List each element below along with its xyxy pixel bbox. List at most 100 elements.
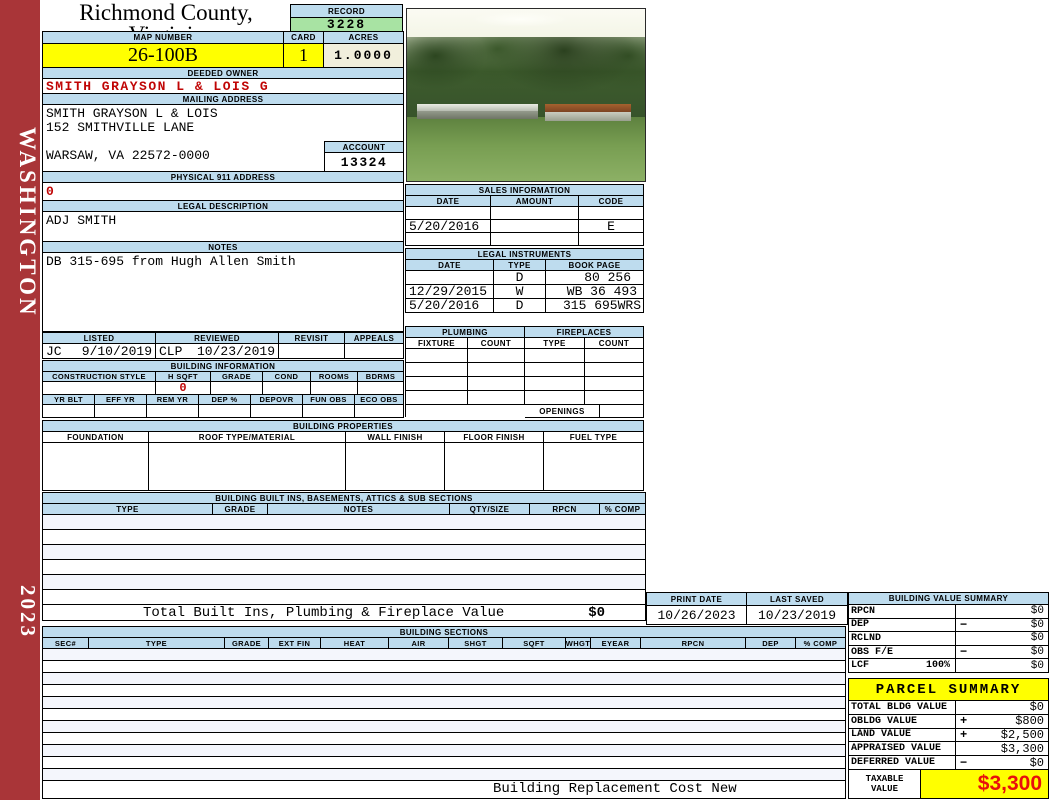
column-header: SEC# — [43, 638, 89, 649]
column-header: FUN OBS — [303, 395, 355, 405]
column-header: BOOK PAGE — [546, 260, 644, 271]
ecoobs-value — [355, 405, 404, 418]
dep-value — [199, 405, 251, 418]
parcel-op: + — [960, 728, 968, 742]
empty-row — [406, 391, 644, 405]
appeals-value — [345, 344, 404, 359]
last-saved-label: LAST SAVED — [747, 593, 848, 606]
built-ins-title: BUILDING BUILT INS, BASEMENTS, ATTICS & … — [43, 493, 646, 504]
mailing-line: SMITH GRAYSON L & LOIS — [46, 106, 218, 121]
listed-label: LISTED — [43, 333, 156, 344]
mailing-address-section: MAILING ADDRESS SMITH GRAYSON L & LOIS 1… — [42, 93, 404, 172]
legal-instrument-row: 5/20/2016 D 315 695WRS — [406, 299, 644, 313]
parcel-label: OBLDG VALUE — [851, 715, 918, 727]
funobs-value — [303, 405, 355, 418]
notes-section: NOTES DB 315-695 from Hugh Allen Smith — [42, 241, 404, 332]
listed-value: JC 9/10/2019 — [43, 344, 156, 359]
column-header: GRADE — [211, 372, 263, 382]
legal-description-section: LEGAL DESCRIPTION ADJ SMITH — [42, 200, 404, 242]
column-header: EFF YR — [95, 395, 147, 405]
sales-row — [406, 207, 644, 220]
column-header: EXT FIN — [269, 638, 321, 649]
parcel-value: $0 — [1029, 756, 1044, 770]
column-header: FOUNDATION — [43, 432, 149, 443]
photo-sun-haze — [454, 9, 586, 113]
column-header: COUNT — [468, 338, 525, 349]
record-label: RECORD — [291, 5, 403, 18]
deeded-owner-label: DEEDED OWNER — [43, 68, 404, 79]
hsqft-value: 0 — [156, 382, 211, 395]
building-sections-title: BUILDING SECTIONS — [43, 627, 846, 638]
parcel-label: LAND VALUE — [851, 729, 912, 741]
column-header: AMOUNT — [491, 196, 579, 207]
empty-row — [43, 697, 846, 709]
account-label: ACCOUNT — [325, 142, 403, 153]
empty-row — [43, 443, 644, 491]
legal-instrument-row: D 80 256 — [406, 271, 644, 285]
empty-row — [43, 661, 846, 673]
parcel-row: APPRAISED VALUE $3,300 — [849, 742, 1049, 757]
acres-value: 1.0000 — [324, 44, 404, 68]
grade-value — [211, 382, 263, 395]
mailing-address-label: MAILING ADDRESS — [43, 94, 404, 105]
empty-row — [43, 685, 846, 697]
building-sections-table: BUILDING SECTIONS SEC# TYPE GRADE EXT FI… — [42, 626, 846, 799]
listed-date: 9/10/2019 — [81, 344, 152, 359]
column-header: % COMP — [796, 638, 846, 649]
photo-field — [407, 117, 645, 181]
column-header: DEPOVR — [251, 395, 303, 405]
column-header: RPCN — [530, 504, 600, 515]
parcel-op: + — [960, 714, 968, 729]
physical-911-section: PHYSICAL 911 ADDRESS 0 — [42, 171, 404, 201]
empty-row — [43, 709, 846, 721]
bvs-value: $0 — [1030, 618, 1044, 631]
column-header: ROOMS — [311, 372, 358, 382]
empty-row — [43, 721, 846, 733]
column-header: CODE — [579, 196, 644, 207]
photo-building-right — [545, 104, 631, 121]
parcel-summary-title: PARCEL SUMMARY — [849, 679, 1049, 701]
bvs-note: 100% — [925, 660, 950, 672]
empty-row — [43, 545, 646, 560]
column-header: DEP — [746, 638, 796, 649]
record-value: 3228 — [291, 18, 403, 32]
print-info-table: PRINT DATE LAST SAVED 10/26/2023 10/23/2… — [646, 592, 848, 625]
fireplaces-title: FIREPLACES — [525, 327, 644, 338]
parcel-value: $2,500 — [1000, 728, 1044, 742]
notes-label: NOTES — [43, 242, 404, 253]
bvs-label: OBS F/E — [851, 646, 894, 658]
empty-row — [43, 575, 646, 590]
built-ins-total-label: Total Built Ins, Plumbing & Fireplace Va… — [143, 605, 505, 621]
empty-row — [43, 649, 846, 661]
building-information-section: BUILDING INFORMATION CONSTRUCTION STYLE … — [42, 360, 404, 418]
revisit-label: REVISIT — [279, 333, 345, 344]
empty-row — [43, 757, 846, 769]
effyr-value — [95, 405, 147, 418]
map-card-acres: MAP NUMBER CARD ACRES 26-100B 1 1.0000 — [42, 31, 404, 68]
column-header: TYPE — [89, 638, 225, 649]
building-properties-table: BUILDING PROPERTIES FOUNDATION ROOF TYPE… — [42, 420, 644, 491]
print-date-label: PRINT DATE — [647, 593, 747, 606]
photo-building-left — [416, 103, 538, 120]
sales-information-title: SALES INFORMATION — [406, 185, 644, 196]
empty-row — [43, 515, 646, 530]
parcel-label: APPRAISED VALUE — [851, 743, 942, 755]
bvs-op: − — [960, 618, 968, 632]
taxable-value-label: TAXABLE VALUE — [849, 769, 921, 799]
cond-value — [263, 382, 311, 395]
empty-row — [43, 560, 646, 575]
deeded-owner-section: DEEDED OWNER SMITH GRAYSON L & LOIS G — [42, 67, 404, 94]
legal-instruments-table: LEGAL INSTRUMENTS DATE TYPE BOOK PAGE D … — [405, 248, 644, 313]
column-header: TYPE — [494, 260, 546, 271]
parcel-value: $3,300 — [1000, 742, 1044, 756]
legal-description-value: ADJ SMITH — [43, 212, 404, 242]
print-date-value: 10/26/2023 — [647, 606, 747, 625]
construction-style-value — [43, 382, 156, 395]
column-header: DATE — [406, 196, 491, 207]
column-header: ECO OBS — [355, 395, 404, 405]
record-box: RECORD 3228 — [290, 4, 403, 32]
bvs-value: $0 — [1030, 605, 1044, 618]
column-header: FLOOR FINISH — [445, 432, 544, 443]
deeded-owner-value: SMITH GRAYSON L & LOIS G — [43, 79, 404, 94]
parcel-label: DEFERRED VALUE — [851, 757, 936, 769]
